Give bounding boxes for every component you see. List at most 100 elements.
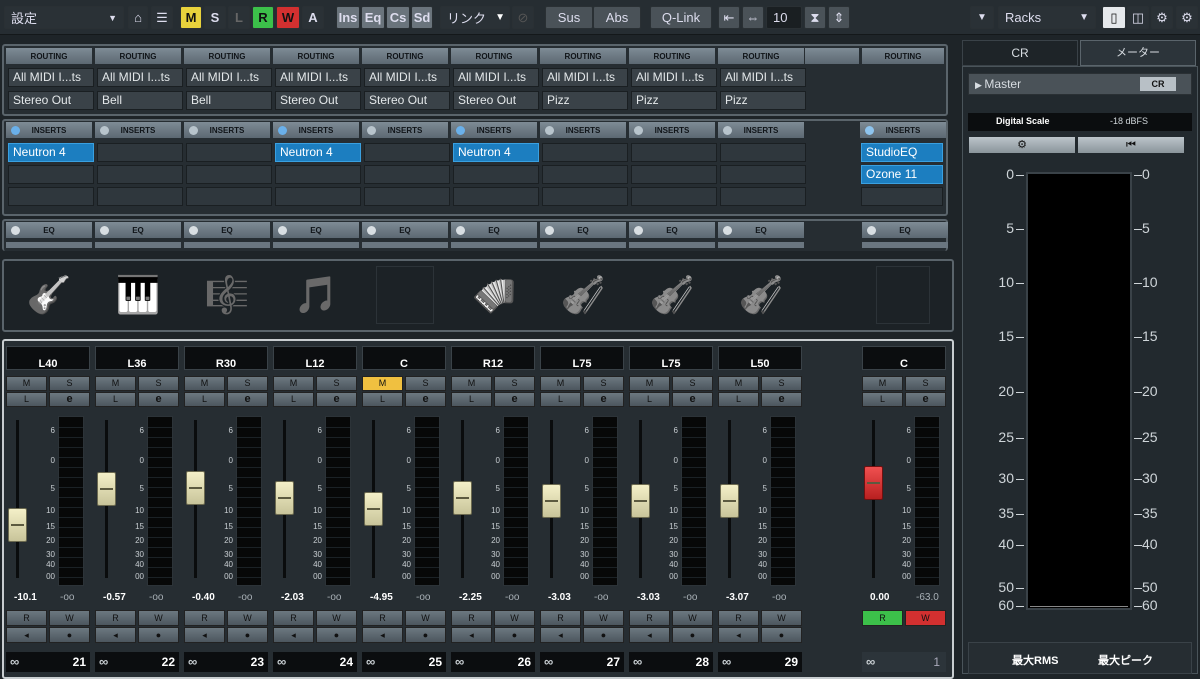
fader-knob[interactable] — [631, 484, 650, 518]
solo-button[interactable]: S — [761, 376, 802, 391]
eq-header[interactable]: EQ — [540, 222, 626, 238]
solo-button[interactable]: S — [494, 376, 535, 391]
output-routing-slot[interactable]: Stereo Out — [453, 91, 539, 110]
fader-knob[interactable] — [275, 481, 294, 515]
channel-count-field[interactable]: 10 — [766, 6, 802, 29]
insert-slot[interactable]: Neutron 4 — [453, 143, 539, 162]
record-icon[interactable]: ● — [405, 627, 446, 643]
stereo-icon[interactable]: ∞ — [722, 654, 731, 669]
output-routing-slot[interactable]: Pizz — [542, 91, 628, 110]
eq-header[interactable]: EQ — [95, 222, 181, 238]
listen-button[interactable]: L — [451, 392, 492, 407]
mute-button[interactable]: M — [95, 376, 136, 391]
eq-header[interactable]: EQ — [862, 222, 948, 238]
sus-button[interactable]: Sus — [545, 6, 593, 29]
write-automation-button[interactable]: W — [583, 610, 624, 626]
mute-button[interactable]: M — [362, 376, 403, 391]
eq-power-icon[interactable] — [278, 226, 287, 235]
fader-knob[interactable] — [720, 484, 739, 518]
solo-all-button[interactable]: S — [204, 6, 226, 29]
show-eq-button[interactable]: Eq — [361, 6, 385, 29]
inserts-power-icon[interactable] — [367, 126, 376, 135]
insert-slot[interactable] — [186, 143, 272, 162]
input-routing-slot[interactable]: All MIDI I...ts — [97, 68, 183, 87]
show-inserts-button[interactable]: Ins — [336, 6, 360, 29]
stereo-icon[interactable]: ∞ — [455, 654, 464, 669]
insert-slot[interactable] — [97, 165, 183, 184]
racks-select[interactable]: Racks ▼ — [998, 6, 1096, 29]
write-automation-button[interactable]: W — [905, 610, 946, 626]
insert-slot[interactable]: Neutron 4 — [8, 143, 94, 162]
inserts-power-icon[interactable] — [456, 126, 465, 135]
q-link-button[interactable]: Q-Link — [650, 6, 712, 29]
tab-cr[interactable]: CR — [962, 40, 1078, 66]
show-cs-button[interactable]: Cs — [386, 6, 410, 29]
insert-slot[interactable] — [631, 143, 717, 162]
solo-button[interactable]: S — [583, 376, 624, 391]
edit-icon[interactable]: e — [49, 392, 90, 407]
input-routing-slot[interactable]: All MIDI I...ts — [8, 68, 94, 87]
listen-button[interactable]: L — [718, 392, 759, 407]
read-automation-button[interactable]: R — [862, 610, 903, 626]
insert-slot[interactable] — [861, 187, 943, 206]
meter-reset-button[interactable]: ⏮ — [1078, 137, 1184, 153]
inserts-power-icon[interactable] — [11, 126, 20, 135]
pan-control[interactable]: L75 — [540, 346, 624, 370]
eq-power-icon[interactable] — [723, 226, 732, 235]
read-automation-button[interactable]: R — [273, 610, 314, 626]
eq-power-icon[interactable] — [545, 226, 554, 235]
listen-button[interactable]: L — [184, 392, 225, 407]
link-select[interactable]: リンク ▼ — [440, 6, 510, 29]
inserts-header[interactable]: INSERTS — [629, 122, 715, 138]
insert-slot[interactable] — [186, 187, 272, 206]
inserts-power-icon[interactable] — [545, 126, 554, 135]
edit-icon[interactable]: e — [905, 392, 946, 407]
monitor-icon[interactable]: ◂ — [629, 627, 670, 643]
record-icon[interactable]: ● — [672, 627, 713, 643]
insert-slot[interactable] — [720, 165, 806, 184]
listen-button[interactable]: L — [95, 392, 136, 407]
solo-button[interactable]: S — [905, 376, 946, 391]
mute-button[interactable]: M — [540, 376, 581, 391]
stepper-icon[interactable]: ⇕ — [828, 6, 850, 29]
mute-button[interactable]: M — [718, 376, 759, 391]
monitor-icon[interactable]: ◂ — [95, 627, 136, 643]
eq-header[interactable]: EQ — [718, 222, 804, 238]
write-automation-button[interactable]: W — [49, 610, 90, 626]
insert-slot[interactable] — [275, 187, 361, 206]
pan-control[interactable]: L12 — [273, 346, 357, 370]
read-automation-button[interactable]: R — [540, 610, 581, 626]
listen-button[interactable]: L — [862, 392, 903, 407]
stereo-icon[interactable]: ∞ — [866, 654, 875, 669]
stereo-icon[interactable]: ∞ — [544, 654, 553, 669]
insert-slot[interactable] — [720, 143, 806, 162]
listen-button[interactable]: L — [540, 392, 581, 407]
output-routing-slot[interactable]: Bell — [97, 91, 183, 110]
edit-icon[interactable]: e — [761, 392, 802, 407]
insert-slot[interactable] — [364, 187, 450, 206]
solo-button[interactable]: S — [672, 376, 713, 391]
record-icon[interactable]: ● — [316, 627, 357, 643]
inserts-header[interactable]: INSERTS — [718, 122, 804, 138]
stereo-icon[interactable]: ∞ — [10, 654, 19, 669]
mute-all-button[interactable]: M — [180, 6, 202, 29]
listen-button[interactable]: L — [629, 392, 670, 407]
inserts-header[interactable]: INSERTS — [362, 122, 448, 138]
monitor-icon[interactable]: ◂ — [451, 627, 492, 643]
automation-button[interactable]: A — [302, 6, 324, 29]
listen-button[interactable]: L — [6, 392, 47, 407]
eq-power-icon[interactable] — [456, 226, 465, 235]
eq-power-icon[interactable] — [867, 226, 876, 235]
input-routing-slot[interactable]: All MIDI I...ts — [542, 68, 628, 87]
monitor-icon[interactable]: ◂ — [362, 627, 403, 643]
insert-slot[interactable] — [275, 165, 361, 184]
settings-icon[interactable]: ⚙ — [1151, 6, 1173, 29]
write-automation-button[interactable]: W — [672, 610, 713, 626]
insert-slot[interactable] — [631, 165, 717, 184]
eq-header[interactable]: EQ — [184, 222, 270, 238]
gear-icon[interactable]: ⚙ — [1176, 6, 1198, 29]
output-routing-slot[interactable]: Pizz — [720, 91, 806, 110]
mute-button[interactable]: M — [629, 376, 670, 391]
write-automation-button[interactable]: W — [316, 610, 357, 626]
stereo-icon[interactable]: ∞ — [277, 654, 286, 669]
